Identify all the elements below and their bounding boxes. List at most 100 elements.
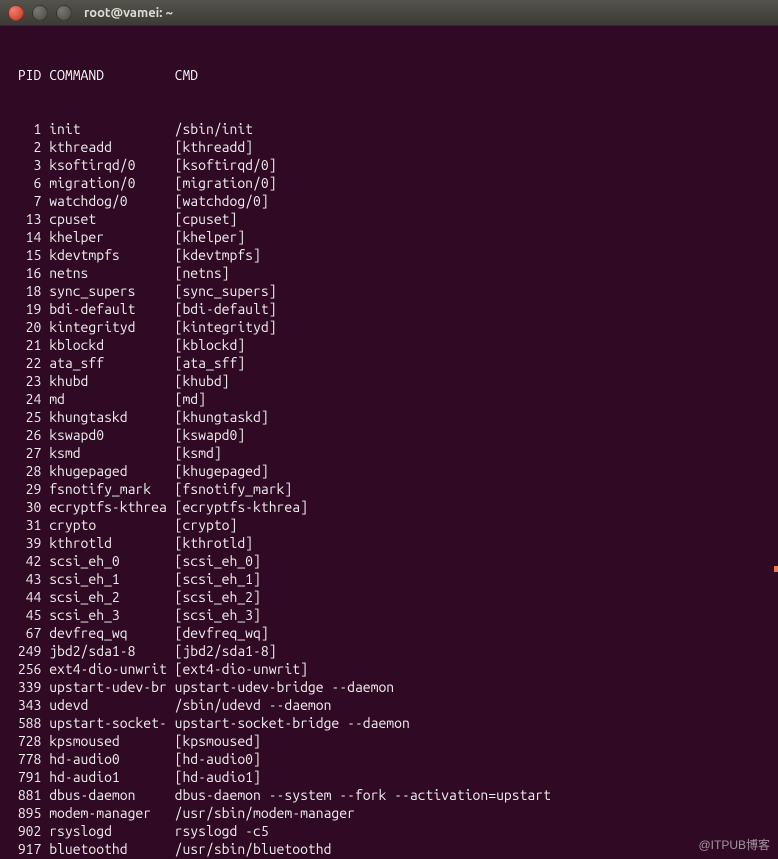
process-command: fsnotify_mark: [49, 480, 174, 498]
process-pid: 3: [10, 156, 49, 174]
process-cmd: [khelper]: [175, 228, 768, 246]
process-cmd: [devfreq_wq]: [175, 624, 768, 642]
maximize-window-icon[interactable]: [56, 5, 72, 21]
process-pid: 588: [10, 714, 49, 732]
process-command: kthrotld: [49, 534, 174, 552]
process-cmd: [jbd2/sda1-8]: [175, 642, 768, 660]
process-cmd: [khubd]: [175, 372, 768, 390]
process-command: scsi_eh_1: [49, 570, 174, 588]
process-pid: 45: [10, 606, 49, 624]
process-list-header: PIDCOMMANDCMD: [10, 66, 768, 84]
process-pid: 39: [10, 534, 49, 552]
process-row: 13cpuset[cpuset]: [10, 210, 768, 228]
process-cmd: /usr/sbin/bluetoothd: [175, 840, 768, 858]
process-pid: 1: [10, 120, 49, 138]
process-cmd: upstart-udev-bridge --daemon: [175, 678, 768, 696]
process-command: ksoftirqd/0: [49, 156, 174, 174]
process-command: sync_supers: [49, 282, 174, 300]
process-pid: 27: [10, 444, 49, 462]
process-row: 791hd-audio1[hd-audio1]: [10, 768, 768, 786]
process-row: 28khugepaged[khugepaged]: [10, 462, 768, 480]
minimize-window-icon[interactable]: [32, 5, 48, 21]
process-command: rsyslogd: [49, 822, 174, 840]
process-row: 6migration/0[migration/0]: [10, 174, 768, 192]
process-pid: 22: [10, 354, 49, 372]
process-row: 895modem-manager/usr/sbin/modem-manager: [10, 804, 768, 822]
process-row: 1init/sbin/init: [10, 120, 768, 138]
process-row: 16netns[netns]: [10, 264, 768, 282]
process-row: 30ecryptfs-kthrea[ecryptfs-kthrea]: [10, 498, 768, 516]
process-cmd: [fsnotify_mark]: [175, 480, 768, 498]
scrollbar-indicator[interactable]: [774, 566, 778, 572]
process-row: 917bluetoothd/usr/sbin/bluetoothd: [10, 840, 768, 858]
process-cmd: [scsi_eh_2]: [175, 588, 768, 606]
process-pid: 728: [10, 732, 49, 750]
process-command: ecryptfs-kthrea: [49, 498, 174, 516]
process-pid: 21: [10, 336, 49, 354]
process-command: crypto: [49, 516, 174, 534]
process-pid: 881: [10, 786, 49, 804]
process-pid: 791: [10, 768, 49, 786]
terminal-output[interactable]: PIDCOMMANDCMD 1init/sbin/init2kthreadd[k…: [0, 26, 778, 859]
process-command: kthreadd: [49, 138, 174, 156]
process-pid: 256: [10, 660, 49, 678]
process-pid: 249: [10, 642, 49, 660]
process-cmd: [md]: [175, 390, 768, 408]
process-cmd: upstart-socket-bridge --daemon: [175, 714, 768, 732]
window-titlebar: root@vamei: ~: [0, 0, 778, 26]
process-pid: 19: [10, 300, 49, 318]
col-command-header: COMMAND: [49, 66, 174, 84]
process-pid: 20: [10, 318, 49, 336]
process-pid: 895: [10, 804, 49, 822]
process-pid: 339: [10, 678, 49, 696]
process-row: 256ext4-dio-unwrit[ext4-dio-unwrit]: [10, 660, 768, 678]
process-row: 902rsyslogdrsyslogd -c5: [10, 822, 768, 840]
process-command: udevd: [49, 696, 174, 714]
process-cmd: [bdi-default]: [175, 300, 768, 318]
process-command: scsi_eh_0: [49, 552, 174, 570]
process-cmd: [scsi_eh_0]: [175, 552, 768, 570]
process-pid: 67: [10, 624, 49, 642]
process-command: upstart-udev-br: [49, 678, 174, 696]
process-command: kintegrityd: [49, 318, 174, 336]
process-row: 44scsi_eh_2[scsi_eh_2]: [10, 588, 768, 606]
process-pid: 14: [10, 228, 49, 246]
process-pid: 28: [10, 462, 49, 480]
process-row: 26kswapd0[kswapd0]: [10, 426, 768, 444]
process-row: 778hd-audio0[hd-audio0]: [10, 750, 768, 768]
process-command: cpuset: [49, 210, 174, 228]
process-pid: 18: [10, 282, 49, 300]
process-cmd: [kblockd]: [175, 336, 768, 354]
process-command: dbus-daemon: [49, 786, 174, 804]
process-cmd: [hd-audio0]: [175, 750, 768, 768]
process-pid: 2: [10, 138, 49, 156]
process-pid: 778: [10, 750, 49, 768]
process-row: 14khelper[khelper]: [10, 228, 768, 246]
process-row: 588upstart-socket-upstart-socket-bridge …: [10, 714, 768, 732]
process-pid: 29: [10, 480, 49, 498]
process-command: upstart-socket-: [49, 714, 174, 732]
process-row: 343udevd/sbin/udevd --daemon: [10, 696, 768, 714]
process-command: ata_sff: [49, 354, 174, 372]
process-cmd: [netns]: [175, 264, 768, 282]
process-command: netns: [49, 264, 174, 282]
process-list-body: 1init/sbin/init2kthreadd[kthreadd]3ksoft…: [10, 120, 768, 859]
process-command: watchdog/0: [49, 192, 174, 210]
process-command: khungtaskd: [49, 408, 174, 426]
process-pid: 15: [10, 246, 49, 264]
close-window-icon[interactable]: [8, 5, 24, 21]
process-command: init: [49, 120, 174, 138]
process-pid: 902: [10, 822, 49, 840]
process-pid: 30: [10, 498, 49, 516]
process-command: kpsmoused: [49, 732, 174, 750]
process-command: khubd: [49, 372, 174, 390]
process-command: kswapd0: [49, 426, 174, 444]
process-command: scsi_eh_3: [49, 606, 174, 624]
process-row: 21kblockd[kblockd]: [10, 336, 768, 354]
process-cmd: [ext4-dio-unwrit]: [175, 660, 768, 678]
process-cmd: [crypto]: [175, 516, 768, 534]
window-title: root@vamei: ~: [84, 6, 173, 20]
process-pid: 13: [10, 210, 49, 228]
process-command: scsi_eh_2: [49, 588, 174, 606]
process-command: bluetoothd: [49, 840, 174, 858]
